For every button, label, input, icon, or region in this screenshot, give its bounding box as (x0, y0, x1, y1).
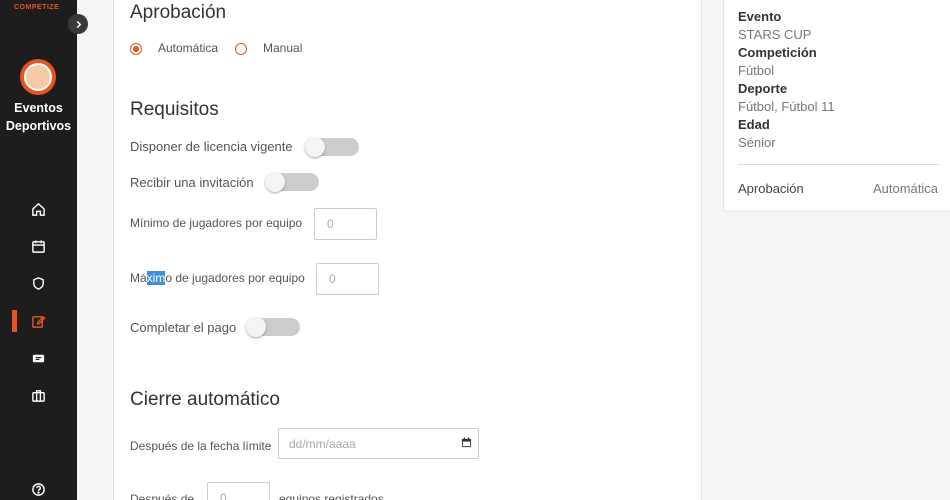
nav-edit[interactable] (0, 309, 77, 333)
deadline-date-input[interactable]: dd/mm/aaaa (278, 428, 479, 459)
organization-name: Eventos Deportivos (0, 99, 77, 135)
calendar-icon (32, 239, 45, 253)
invitation-label: Recibir una invitación (130, 175, 254, 190)
edit-icon (32, 315, 46, 328)
approval-manual-radio[interactable] (235, 43, 247, 55)
summary-age-label: Edad (738, 117, 770, 132)
home-icon (32, 202, 45, 216)
nav-home[interactable] (0, 197, 77, 221)
teams-count-input[interactable]: 0 (207, 482, 270, 500)
summary-competition-label: Competición (738, 45, 817, 60)
approval-title: Aprobación (130, 2, 227, 23)
summary-age-value: Sénior (738, 135, 776, 150)
after-teams-label: Después de (130, 492, 195, 500)
approval-automatic-label[interactable]: Automática (158, 41, 218, 55)
max-players-label-end: o de jugadores por equipo (165, 271, 305, 285)
summary-approval-label: Aprobación (738, 181, 804, 196)
organization-name-line1: Eventos (14, 101, 63, 115)
min-players-label: Mínimo de jugadores por equipo (130, 216, 303, 230)
summary-sport-label: Deporte (738, 81, 788, 96)
invitation-toggle[interactable] (265, 172, 319, 192)
teams-registered-label: equipos registrados (279, 492, 384, 500)
chevron-right-icon (76, 20, 81, 28)
nav-tickets[interactable] (0, 346, 77, 370)
payment-label: Completar el pago (130, 320, 237, 335)
summary-event-value: STARS CUP (738, 27, 812, 42)
approval-manual-label[interactable]: Manual (263, 41, 302, 55)
sidebar-collapse-button[interactable] (68, 14, 88, 34)
avatar[interactable] (20, 59, 56, 95)
text-selection: xim (146, 271, 166, 285)
requirements-title: Requisitos (130, 99, 219, 120)
max-players-label-start: Má (130, 271, 147, 285)
avatar-image (24, 63, 52, 91)
license-label: Disponer de licencia vigente (130, 139, 293, 154)
max-players-label: Máximo de jugadores por equipo (130, 271, 305, 285)
deadline-label: Después de la fecha límite (130, 439, 272, 453)
date-placeholder: dd/mm/aaaa (289, 437, 356, 451)
nav-help[interactable] (0, 477, 77, 500)
briefcase-icon (32, 389, 45, 402)
nav-calendar[interactable] (0, 234, 77, 258)
min-players-input[interactable]: 0 (314, 208, 377, 240)
nav-teams[interactable] (0, 271, 77, 295)
nav-portfolio[interactable] (0, 383, 77, 407)
summary-competition-value: Fútbol (738, 63, 775, 78)
max-players-input[interactable]: 0 (316, 263, 379, 295)
summary-divider (738, 164, 940, 165)
ticket-icon (32, 354, 45, 362)
auto-close-title: Cierre automático (130, 389, 280, 410)
organization-name-line2: Deportivos (5, 119, 72, 133)
summary-approval-value: Automática (872, 181, 938, 196)
summary-event-label: Evento (738, 9, 782, 24)
approval-automatic-radio[interactable] (130, 43, 142, 55)
event-summary-card: Evento STARS CUP Competición Fútbol Depo… (723, 0, 950, 212)
license-toggle[interactable] (305, 137, 359, 157)
brand-logo: COMPETIZE (14, 4, 60, 11)
sidebar: COMPETIZE Eventos Deportivos (0, 0, 77, 500)
shield-icon (33, 276, 44, 290)
help-icon (32, 482, 45, 496)
payment-toggle[interactable] (246, 317, 300, 337)
event-settings-form: Aprobación Automática Manual Requisitos … (113, 0, 702, 500)
calendar-picker-icon[interactable] (461, 437, 472, 448)
summary-sport-value: Fútbol, Fútbol 11 (738, 99, 835, 114)
